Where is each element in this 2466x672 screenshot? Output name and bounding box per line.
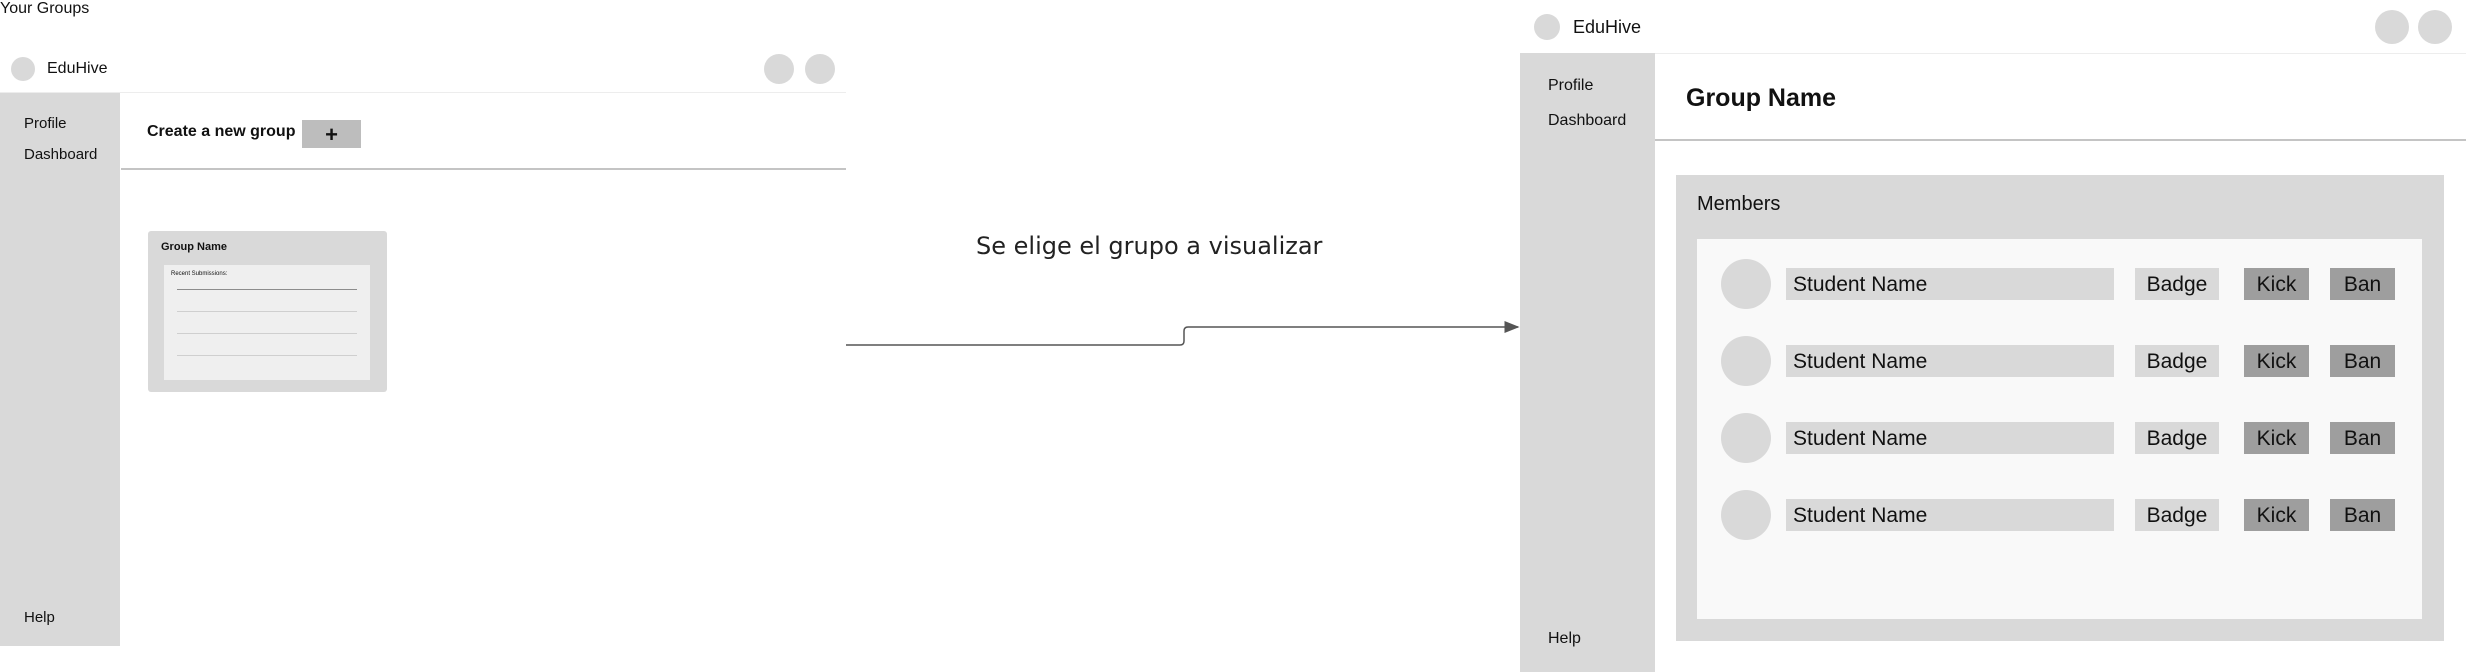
student-name: Student Name: [1786, 345, 2114, 377]
kick-button[interactable]: Kick: [2244, 345, 2309, 377]
badge-button[interactable]: Badge: [2135, 422, 2219, 454]
connector-arrow: [846, 321, 1520, 346]
badge-button[interactable]: Badge: [2135, 268, 2219, 300]
ban-button[interactable]: Ban: [2330, 422, 2395, 454]
sidebar-item-dashboard[interactable]: Dashboard: [1548, 112, 1626, 130]
user-avatar-icon[interactable]: [2418, 10, 2452, 44]
members-panel: Members Student Name Badge Kick Ban Stud…: [1676, 175, 2444, 641]
student-name: Student Name: [1786, 268, 2114, 300]
sidebar-item-profile[interactable]: Profile: [1548, 77, 1593, 95]
badge-button[interactable]: Badge: [2135, 499, 2219, 531]
member-row: Student Name Badge Kick Ban: [1697, 336, 2422, 388]
kick-button[interactable]: Kick: [2244, 422, 2309, 454]
member-row: Student Name Badge Kick Ban: [1697, 490, 2422, 542]
ban-button[interactable]: Ban: [2330, 268, 2395, 300]
student-avatar: [1721, 259, 1771, 309]
ban-button[interactable]: Ban: [2330, 345, 2395, 377]
student-avatar: [1721, 490, 1771, 540]
student-name: Student Name: [1786, 422, 2114, 454]
student-name: Student Name: [1786, 499, 2114, 531]
sidebar: Profile Dashboard Help: [1520, 53, 1655, 672]
sidebar-item-help[interactable]: Help: [1548, 630, 1581, 648]
notifications-icon[interactable]: [2375, 10, 2409, 44]
member-row: Student Name Badge Kick Ban: [1697, 413, 2422, 465]
divider: [1655, 139, 2466, 141]
group-detail-screen: EduHive Profile Dashboard Help Group Nam…: [1520, 0, 2466, 672]
logo-icon[interactable]: [1534, 14, 1560, 40]
ban-button[interactable]: Ban: [2330, 499, 2395, 531]
kick-button[interactable]: Kick: [2244, 268, 2309, 300]
student-avatar: [1721, 336, 1771, 386]
members-heading: Members: [1697, 193, 1781, 215]
student-avatar: [1721, 413, 1771, 463]
transition-caption: Se elige el grupo a visualizar: [976, 232, 1323, 260]
group-title: Group Name: [1686, 84, 1837, 112]
member-row: Student Name Badge Kick Ban: [1697, 259, 2422, 311]
members-list: Student Name Badge Kick Ban Student Name…: [1697, 239, 2422, 619]
kick-button[interactable]: Kick: [2244, 499, 2309, 531]
brand-name: EduHive: [1573, 17, 1642, 37]
badge-button[interactable]: Badge: [2135, 345, 2219, 377]
top-bar: EduHive: [1520, 0, 2466, 54]
